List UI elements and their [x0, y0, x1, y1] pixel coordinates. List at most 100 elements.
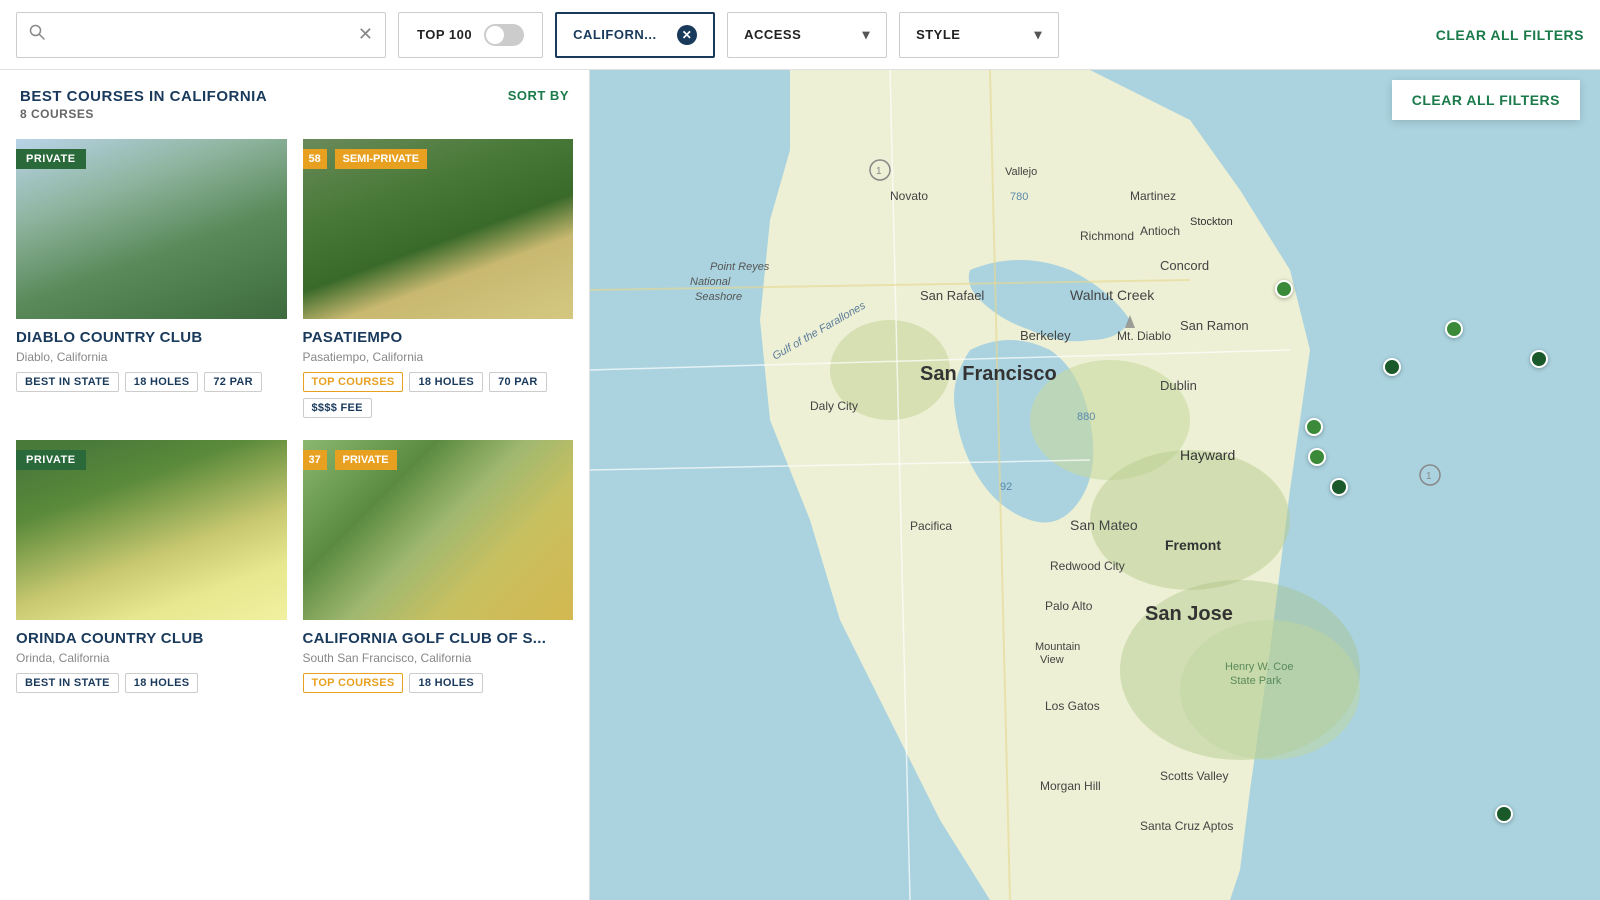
- top100-toggle[interactable]: TOP 100: [398, 12, 543, 58]
- top100-switch[interactable]: [484, 24, 524, 46]
- svg-text:Seashore: Seashore: [695, 291, 742, 303]
- svg-text:Berkeley: Berkeley: [1020, 328, 1071, 343]
- course-tag: TOP COURSES: [303, 372, 404, 392]
- course-tag: 18 HOLES: [409, 372, 483, 392]
- rank-badge: 37: [303, 450, 327, 470]
- course-card-pasatiempo[interactable]: 58 SEMI-PRIVATE PASATIEMPO Pasatiempo, C…: [303, 139, 574, 424]
- california-filter[interactable]: CALIFORN... ✕: [555, 12, 715, 58]
- course-info: ORINDA COUNTRY CLUB Orinda, California B…: [16, 620, 287, 699]
- search-box[interactable]: SAN FRANCISCO ✕: [16, 12, 386, 58]
- map-marker[interactable]: [1445, 320, 1463, 338]
- course-name: CALIFORNIA GOLF CLUB OF S...: [303, 630, 574, 648]
- california-clear-icon[interactable]: ✕: [677, 25, 697, 45]
- svg-text:Dublin: Dublin: [1160, 378, 1197, 393]
- map-marker[interactable]: [1495, 805, 1513, 823]
- course-image-wrap: PRIVATE: [16, 440, 287, 620]
- access-label: ACCESS: [744, 27, 801, 42]
- svg-text:Walnut Creek: Walnut Creek: [1070, 287, 1155, 303]
- course-tags: TOP COURSES18 HOLES: [303, 673, 574, 693]
- svg-text:Point Reyes: Point Reyes: [710, 261, 770, 273]
- svg-text:State Park: State Park: [1230, 675, 1282, 687]
- style-label: STYLE: [916, 27, 960, 42]
- course-location: Pasatiempo, California: [303, 350, 574, 364]
- svg-text:Martinez: Martinez: [1130, 189, 1176, 203]
- course-card-orinda[interactable]: PRIVATE ORINDA COUNTRY CLUB Orinda, Cali…: [16, 440, 287, 699]
- svg-text:San Ramon: San Ramon: [1180, 318, 1249, 333]
- svg-text:780: 780: [1010, 191, 1028, 203]
- svg-text:Los Gatos: Los Gatos: [1045, 699, 1100, 713]
- map-marker[interactable]: [1308, 448, 1326, 466]
- course-tag: 18 HOLES: [125, 673, 199, 693]
- map-marker[interactable]: [1305, 418, 1323, 436]
- panel-title: BEST COURSES IN CALIFORNIA: [20, 88, 267, 105]
- course-location: Diablo, California: [16, 350, 287, 364]
- california-label: CALIFORN...: [573, 27, 657, 42]
- access-badge: PRIVATE: [335, 450, 397, 470]
- search-clear-icon[interactable]: ✕: [358, 24, 373, 45]
- svg-text:San Francisco: San Francisco: [920, 363, 1057, 385]
- course-tags: TOP COURSES18 HOLES70 PAR$$$$ FEE: [303, 372, 574, 418]
- course-tag: 70 PAR: [489, 372, 547, 392]
- access-badge: PRIVATE: [16, 149, 86, 169]
- main-layout: BEST COURSES IN CALIFORNIA 8 COURSES SOR…: [0, 70, 1600, 900]
- map-marker[interactable]: [1530, 350, 1548, 368]
- map-clear-filters-button[interactable]: CLEAR ALL FILTERS: [1392, 80, 1580, 120]
- map-marker[interactable]: [1275, 280, 1293, 298]
- course-card-diablo[interactable]: PRIVATE DIABLO COUNTRY CLUB Diablo, Cali…: [16, 139, 287, 424]
- course-tags: BEST IN STATE 18 HOLES: [16, 673, 287, 693]
- svg-text:View: View: [1040, 654, 1064, 666]
- svg-text:Pacifica: Pacifica: [910, 519, 952, 533]
- svg-text:Mt. Diablo: Mt. Diablo: [1117, 329, 1171, 343]
- course-tags: BEST IN STATE18 HOLES72 PAR: [16, 372, 287, 392]
- style-chevron-icon: ▾: [1035, 26, 1043, 43]
- course-location: Orinda, California: [16, 651, 287, 665]
- svg-text:Hayward: Hayward: [1180, 447, 1235, 463]
- svg-text:Stockton: Stockton: [1190, 216, 1233, 228]
- course-tag: 72 PAR: [204, 372, 262, 392]
- style-dropdown[interactable]: STYLE ▾: [899, 12, 1059, 58]
- panel-subtitle: 8 COURSES: [20, 107, 267, 121]
- svg-text:880: 880: [1077, 411, 1095, 423]
- map-panel: San Francisco Walnut Creek San Mateo San…: [590, 70, 1600, 900]
- svg-text:Daly City: Daly City: [810, 399, 858, 413]
- clear-all-button[interactable]: CLEAR ALL FILTERS: [1436, 27, 1584, 43]
- svg-text:Scotts Valley: Scotts Valley: [1160, 769, 1228, 783]
- course-card-cagolf[interactable]: 37 PRIVATE CALIFORNIA GOLF CLUB OF S... …: [303, 440, 574, 699]
- svg-text:San Rafael: San Rafael: [920, 288, 984, 303]
- svg-text:Henry W. Coe: Henry W. Coe: [1225, 661, 1293, 673]
- svg-text:Santa Cruz Aptos: Santa Cruz Aptos: [1140, 819, 1233, 833]
- search-input[interactable]: SAN FRANCISCO: [55, 26, 348, 43]
- course-name: DIABLO COUNTRY CLUB: [16, 329, 287, 347]
- course-name: PASATIEMPO: [303, 329, 574, 347]
- course-image-wrap: 58 SEMI-PRIVATE: [303, 139, 574, 319]
- svg-text:Fremont: Fremont: [1165, 537, 1221, 553]
- course-name: ORINDA COUNTRY CLUB: [16, 630, 287, 648]
- course-info: PASATIEMPO Pasatiempo, California TOP CO…: [303, 319, 574, 424]
- course-grid: PRIVATE DIABLO COUNTRY CLUB Diablo, Cali…: [0, 131, 589, 707]
- sort-by-button[interactable]: SORT BY: [508, 88, 569, 103]
- svg-text:1: 1: [1426, 471, 1432, 482]
- svg-text:Redwood City: Redwood City: [1050, 559, 1125, 573]
- svg-text:1: 1: [876, 166, 882, 177]
- left-panel: BEST COURSES IN CALIFORNIA 8 COURSES SOR…: [0, 70, 590, 900]
- svg-text:San Jose: San Jose: [1145, 603, 1233, 625]
- course-image-wrap: PRIVATE: [16, 139, 287, 319]
- svg-text:Concord: Concord: [1160, 258, 1209, 273]
- map-marker[interactable]: [1330, 478, 1348, 496]
- course-image-wrap: 37 PRIVATE: [303, 440, 574, 620]
- course-tag: BEST IN STATE: [16, 372, 119, 392]
- course-tag: BEST IN STATE: [16, 673, 119, 693]
- svg-text:Morgan Hill: Morgan Hill: [1040, 779, 1101, 793]
- svg-text:Mountain: Mountain: [1035, 641, 1080, 653]
- map-marker[interactable]: [1383, 358, 1401, 376]
- map-background: San Francisco Walnut Creek San Mateo San…: [590, 70, 1600, 900]
- svg-text:Richmond: Richmond: [1080, 229, 1134, 243]
- filter-bar: SAN FRANCISCO ✕ TOP 100 CALIFORN... ✕ AC…: [0, 0, 1600, 70]
- panel-header: BEST COURSES IN CALIFORNIA 8 COURSES SOR…: [0, 70, 589, 131]
- access-badge: PRIVATE: [16, 450, 86, 470]
- course-tag: 18 HOLES: [409, 673, 483, 693]
- top100-label: TOP 100: [417, 27, 472, 42]
- panel-header-text: BEST COURSES IN CALIFORNIA 8 COURSES: [20, 88, 267, 121]
- access-dropdown[interactable]: ACCESS ▾: [727, 12, 887, 58]
- svg-text:San Mateo: San Mateo: [1070, 517, 1138, 533]
